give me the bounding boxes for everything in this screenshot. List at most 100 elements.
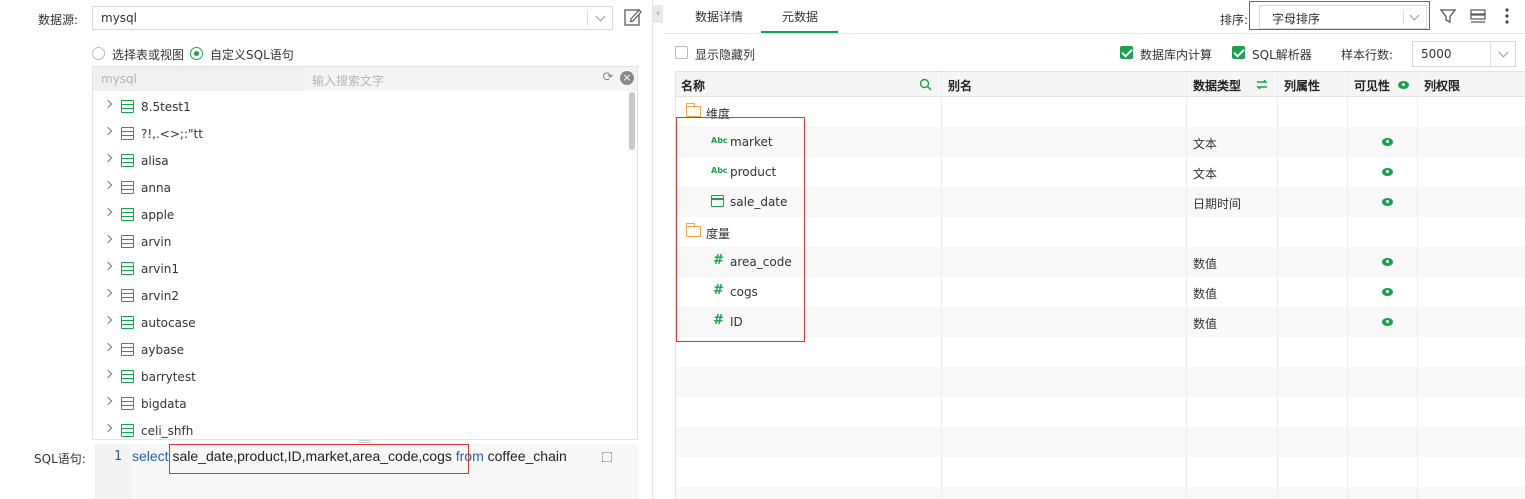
- datasource-select[interactable]: mysql: [92, 6, 613, 30]
- chevron-right-icon[interactable]: [103, 99, 113, 109]
- chevron-right-icon[interactable]: [103, 126, 113, 136]
- eye-icon[interactable]: [1382, 318, 1393, 326]
- folder-icon: [686, 103, 701, 117]
- database-icon: [121, 370, 134, 383]
- chevron-right-icon[interactable]: [103, 315, 113, 325]
- tab-metadata[interactable]: 元数据: [782, 8, 818, 25]
- empty-row: [676, 427, 1525, 457]
- tree-item[interactable]: 8.5test1: [93, 94, 623, 121]
- sample-rows-value: 5000: [1421, 47, 1452, 61]
- clear-icon[interactable]: ×: [620, 71, 634, 85]
- database-icon: [121, 181, 134, 194]
- database-icon: [121, 154, 134, 167]
- tree-item[interactable]: autocase: [93, 310, 623, 337]
- database-icon: [121, 235, 134, 248]
- sql-parser-label: SQL解析器: [1252, 48, 1312, 62]
- chevron-right-icon[interactable]: [103, 423, 113, 433]
- resize-handle[interactable]: [359, 440, 371, 443]
- chevron-right-icon[interactable]: [103, 369, 113, 379]
- tree-item[interactable]: celi_shfh: [93, 418, 623, 439]
- more-icon[interactable]: [1502, 7, 1512, 25]
- collapse-left-icon[interactable]: ‹: [653, 5, 663, 23]
- field-type: 文本: [1193, 137, 1218, 151]
- db-compute-checkbox[interactable]: [1120, 46, 1133, 59]
- sort-highlight: [1249, 1, 1430, 30]
- tree-item-label: aybase: [141, 343, 185, 357]
- chevron-down-icon: [1498, 47, 1509, 58]
- tree-item[interactable]: aybase: [93, 337, 623, 364]
- tree-item-label: ?!,.<>;:"tt: [141, 127, 203, 141]
- header-visible: 可见性: [1354, 79, 1391, 93]
- tree-item[interactable]: bigdata: [93, 391, 623, 418]
- refresh-icon[interactable]: ⟳: [601, 71, 615, 85]
- chevron-right-icon[interactable]: [103, 342, 113, 352]
- tree-item[interactable]: arvin2: [93, 283, 623, 310]
- col-divider: [1417, 71, 1418, 499]
- database-icon: [121, 262, 134, 275]
- eye-icon[interactable]: [1382, 288, 1393, 296]
- eye-icon[interactable]: [1382, 138, 1393, 146]
- tree-item[interactable]: arvin1: [93, 256, 623, 283]
- empty-row: [676, 487, 1525, 499]
- show-hidden-checkbox[interactable]: [675, 46, 688, 59]
- expand-icon[interactable]: [602, 452, 612, 462]
- eye-icon[interactable]: [1398, 81, 1409, 89]
- swap-icon[interactable]: [1255, 78, 1269, 91]
- sample-rows-select[interactable]: 5000: [1412, 41, 1516, 67]
- table-tree: mysql 输入搜索文字 ⟳ × 8.5test1 ?!,.<>;:"tt alis…: [92, 66, 638, 440]
- header-alias: 别名: [948, 79, 973, 93]
- chevron-right-icon[interactable]: [103, 396, 113, 406]
- datasource-label: 数据源:: [38, 13, 79, 27]
- chevron-right-icon[interactable]: [103, 234, 113, 244]
- filter-icon[interactable]: [1439, 7, 1457, 25]
- field-type: 数值: [1193, 257, 1218, 271]
- tree-item[interactable]: barrytest: [93, 364, 623, 391]
- eye-icon[interactable]: [1382, 198, 1393, 206]
- field-type: 数值: [1193, 317, 1218, 331]
- sql-line-number: 1: [114, 449, 123, 464]
- empty-row: [676, 367, 1525, 397]
- sql-keyword-select: select: [132, 448, 169, 464]
- edit-sql-icon[interactable]: [622, 6, 644, 28]
- db-compute-label: 数据库内计算: [1140, 48, 1213, 62]
- tree-item[interactable]: anna: [93, 175, 623, 202]
- col-divider: [1277, 71, 1278, 499]
- radio-custom-sql[interactable]: [190, 47, 203, 60]
- tree-item[interactable]: arvin: [93, 229, 623, 256]
- sql-parser-checkbox[interactable]: [1232, 46, 1245, 59]
- tab-data-details[interactable]: 数据详情: [695, 8, 743, 25]
- tree-item[interactable]: ?!,.<>;:"tt: [93, 121, 623, 148]
- database-icon: [121, 343, 134, 356]
- radio-table-view[interactable]: [92, 47, 105, 60]
- tree-item[interactable]: apple: [93, 202, 623, 229]
- tree-item[interactable]: alisa: [93, 148, 623, 175]
- radio-table-view-label: 选择表或视图: [112, 48, 185, 62]
- sql-label: SQL语句:: [34, 452, 86, 466]
- chevron-right-icon[interactable]: [103, 207, 113, 217]
- search-icon[interactable]: [919, 78, 932, 91]
- tree-header: mysql 输入搜索文字 ⟳ ×: [93, 67, 637, 91]
- tree-item-label: barrytest: [141, 370, 196, 384]
- show-hidden-label: 显示隐藏列: [695, 48, 756, 62]
- col-divider: [941, 71, 942, 499]
- tree-search-input[interactable]: 输入搜索文字 ⟳ ×: [304, 67, 637, 91]
- tree-item-label: arvin: [141, 235, 172, 249]
- panel-divider[interactable]: [652, 0, 653, 499]
- radio-custom-sql-label: 自定义SQL语句: [210, 48, 294, 62]
- eye-icon[interactable]: [1382, 168, 1393, 176]
- eye-icon[interactable]: [1382, 258, 1393, 266]
- chevron-right-icon[interactable]: [103, 261, 113, 271]
- database-icon: [121, 127, 134, 140]
- tree-item-label: arvin2: [141, 289, 179, 303]
- chevron-right-icon[interactable]: [103, 288, 113, 298]
- chevron-right-icon[interactable]: [103, 153, 113, 163]
- list-view-icon[interactable]: [1469, 7, 1487, 25]
- col-divider: [1347, 71, 1348, 499]
- database-icon: [121, 397, 134, 410]
- datasource-value: mysql: [101, 11, 137, 25]
- tree-scrollbar[interactable]: [629, 92, 635, 150]
- sql-gutter: 1: [96, 444, 131, 499]
- right-panel: 数据详情 元数据 排序: 字母排序 显示隐藏列 数据库内计算 SQL解析器 样本…: [664, 0, 1525, 499]
- chevron-right-icon[interactable]: [103, 180, 113, 190]
- header-name: 名称: [681, 79, 706, 93]
